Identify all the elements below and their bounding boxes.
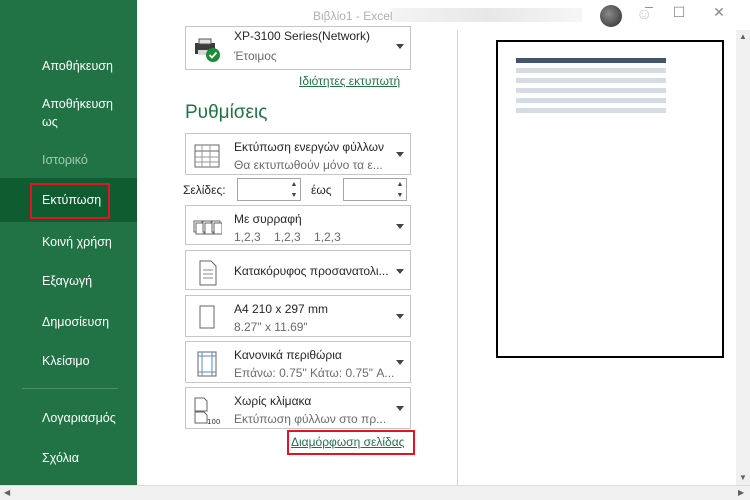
print-preview-area <box>458 30 750 485</box>
print-settings-panel: XP-3100 Series(Network) Έτοιμος Ιδιότητε… <box>137 26 457 485</box>
paper-size-desc: 8.27" x 11.69" <box>234 320 308 334</box>
chevron-down-icon <box>396 314 404 319</box>
margins-icon <box>197 351 217 377</box>
print-what-desc: Θα εκτυπωθούν μόνο τα ε... <box>234 158 383 172</box>
sidebar-item-history[interactable]: Ιστορικό <box>0 151 137 169</box>
spin-up-icon[interactable]: ▲ <box>288 179 300 190</box>
print-what-dropdown[interactable]: Εκτύπωση ενεργών φύλλων Θα εκτυπωθούν μό… <box>185 133 411 175</box>
print-highlight-box <box>30 183 110 219</box>
scroll-down-icon[interactable]: ▼ <box>739 473 747 482</box>
pages-to-input[interactable]: ▲ ▼ <box>343 178 407 201</box>
sidebar-item-account[interactable]: Λογαριασμός <box>0 409 137 427</box>
sidebar-item-save[interactable]: Αποθήκευση <box>0 57 137 75</box>
pages-range-row: Σελίδες: ▲ ▼ έως ▲ ▼ <box>183 178 411 202</box>
pages-to-label: έως <box>311 183 332 197</box>
pages-from-input[interactable]: ▲ ▼ <box>237 178 301 201</box>
sidebar-item-export[interactable]: Εξαγωγή <box>0 272 137 290</box>
collate-icon <box>193 220 222 235</box>
horizontal-scrollbar[interactable]: ◀ ▶ <box>0 485 750 500</box>
avatar[interactable] <box>600 5 622 27</box>
backstage-sidebar: Αποθήκευση Αποθήκευση ως Ιστορικό Εκτύπω… <box>0 0 137 500</box>
excel-backstage-print: Αποθήκευση Αποθήκευση ως Ιστορικό Εκτύπω… <box>0 0 750 500</box>
scaling-dropdown[interactable]: 100 Χωρίς κλίμακα Εκτύπωση φύλλων στο πρ… <box>185 387 411 429</box>
minimize-icon[interactable]: – <box>639 0 659 14</box>
chevron-down-icon <box>396 406 404 411</box>
window-title: Βιβλίο1 - Excel <box>313 9 393 23</box>
paper-size-icon <box>199 305 215 329</box>
print-what-label: Εκτύπωση ενεργών φύλλων <box>234 140 384 154</box>
scroll-up-icon[interactable]: ▲ <box>739 32 747 41</box>
svg-text:100: 100 <box>207 418 220 425</box>
title-blurred-area <box>392 8 582 22</box>
spin-down-icon[interactable]: ▼ <box>288 190 300 201</box>
no-scaling-icon: 100 <box>194 397 220 425</box>
chevron-down-icon <box>396 44 404 49</box>
pages-label: Σελίδες: <box>183 183 226 197</box>
chevron-down-icon <box>396 224 404 229</box>
printer-name: XP-3100 Series(Network) <box>234 29 371 43</box>
spin-up-icon[interactable]: ▲ <box>394 179 406 190</box>
scaling-label: Χωρίς κλίμακα <box>234 394 312 408</box>
scroll-right-icon[interactable]: ▶ <box>738 488 744 497</box>
margins-dropdown[interactable]: Κανονικά περιθώρια Επάνω: 0.75" Κάτω: 0.… <box>185 341 411 383</box>
sidebar-item-close[interactable]: Κλείσιμο <box>0 352 137 370</box>
sidebar-item-publish[interactable]: Δημοσίευση <box>0 313 137 331</box>
sidebar-divider <box>22 388 118 389</box>
sidebar-item-save-as[interactable]: Αποθήκευση ως <box>0 95 137 131</box>
preview-mini-table <box>516 58 666 118</box>
orientation-dropdown[interactable]: Κατακόρυφος προσανατολι... <box>185 250 411 290</box>
printer-properties-link[interactable]: Ιδιότητες εκτυπωτή <box>299 74 400 88</box>
collation-desc: 1,2,3 1,2,3 1,2,3 <box>234 230 341 244</box>
chevron-down-icon <box>396 269 404 274</box>
collation-label: Με συρραφή <box>234 212 302 226</box>
chevron-down-icon <box>396 152 404 157</box>
scroll-left-icon[interactable]: ◀ <box>4 488 10 497</box>
printer-icon <box>195 38 220 62</box>
preview-page <box>496 40 724 358</box>
printer-dropdown[interactable]: XP-3100 Series(Network) Έτοιμος <box>185 26 411 70</box>
chevron-down-icon <box>396 360 404 365</box>
orientation-label: Κατακόρυφος προσανατολι... <box>234 264 389 278</box>
paper-size-dropdown[interactable]: A4 210 x 297 mm 8.27" x 11.69" <box>185 295 411 337</box>
close-icon[interactable]: ✕ <box>709 4 729 21</box>
sidebar-item-share[interactable]: Κοινή χρήση <box>0 233 137 251</box>
sheet-grid-icon <box>194 144 220 168</box>
maximize-icon[interactable]: ☐ <box>669 4 689 21</box>
page-setup-highlight-box <box>287 430 415 455</box>
margins-label: Κανονικά περιθώρια <box>234 348 342 362</box>
spin-down-icon[interactable]: ▼ <box>394 190 406 201</box>
paper-size-label: A4 210 x 297 mm <box>234 302 329 316</box>
portrait-page-icon <box>199 260 217 286</box>
margins-desc: Επάνω: 0.75" Κάτω: 0.75" A... <box>234 366 394 380</box>
sidebar-item-feedback[interactable]: Σχόλια <box>0 449 137 467</box>
printer-status: Έτοιμος <box>234 49 277 63</box>
settings-heading: Ρυθμίσεις <box>185 102 268 123</box>
scaling-desc: Εκτύπωση φύλλων στο πρ... <box>234 412 387 426</box>
vertical-scrollbar[interactable]: ▲ ▼ <box>736 30 750 485</box>
collation-dropdown[interactable]: Με συρραφή 1,2,3 1,2,3 1,2,3 <box>185 205 411 245</box>
